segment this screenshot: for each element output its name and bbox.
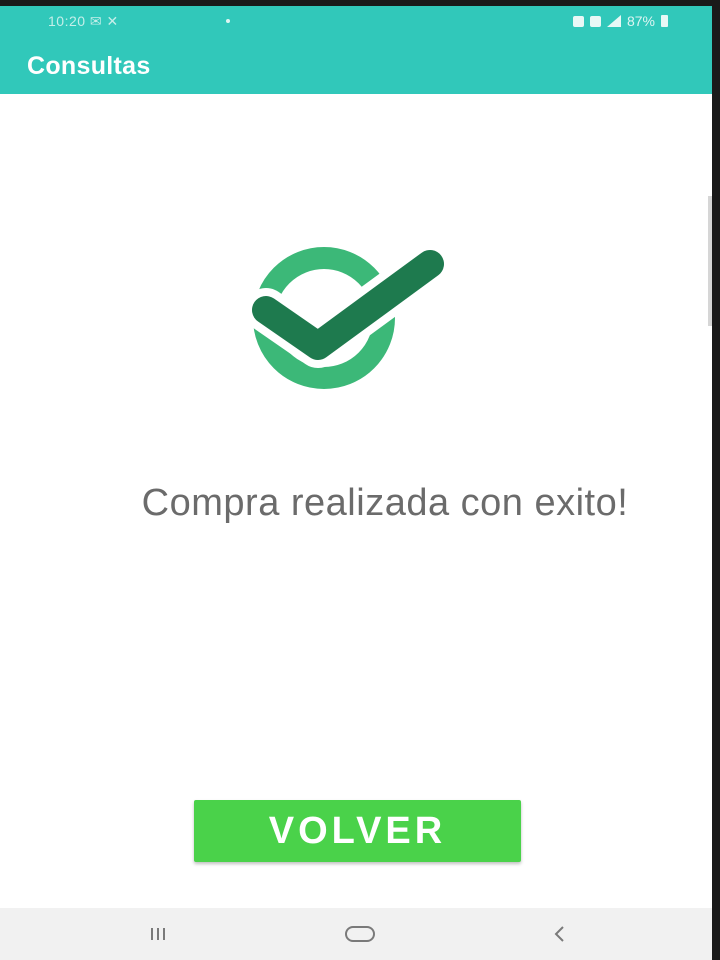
sim-icon [572,15,584,27]
recents-icon [151,928,165,940]
status-time: 10:20 ✉ ✕ [48,13,119,29]
check-circle-icon [244,242,452,389]
signal-icon [606,15,621,27]
success-message: Compra realizada con exito! [141,482,629,524]
home-button[interactable] [338,920,382,948]
app-bar: 10:20 ✉ ✕ 87% Consultas [0,6,712,94]
battery-icon [661,15,668,27]
notification-dot-icon [226,19,230,23]
wifi-icon [589,15,601,27]
back-button[interactable] [540,920,580,948]
page-title: Consultas [27,52,151,80]
status-indicators: 87% [572,13,668,29]
battery-percent: 87% [626,13,655,29]
scrollbar[interactable] [708,196,712,326]
app-screen: 10:20 ✉ ✕ 87% Consultas Compra realizada… [0,6,712,960]
home-icon [345,926,375,942]
status-bar: 10:20 ✉ ✕ 87% [0,6,712,38]
back-icon [554,926,564,942]
recents-button[interactable] [138,920,178,948]
system-nav-bar [0,908,712,960]
volver-button[interactable]: VOLVER [194,800,521,862]
